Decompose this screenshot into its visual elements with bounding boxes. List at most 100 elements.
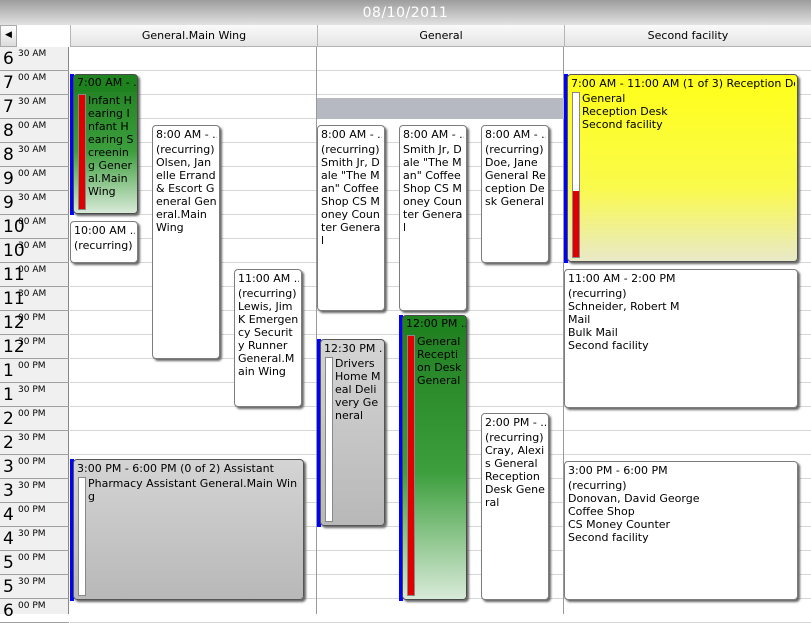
time-minutes: 30 AM <box>18 97 47 107</box>
appointment-details: Smith Jr, Dale "The Man" Coffee Shop CS … <box>403 143 463 234</box>
time-hour: 5 <box>3 553 14 573</box>
unavailable-block <box>317 98 564 119</box>
appointment-time: 11:00 AM ... <box>238 272 299 285</box>
time-minutes: 00 PM <box>18 601 46 611</box>
time-slot-label: 8 30 AM <box>0 143 69 167</box>
time-slot-label: 9 00 AM <box>0 167 69 191</box>
appointment-reception-desk-noon[interactable]: 12:00 PM ... General Reception Desk Gene… <box>402 315 467 600</box>
time-slot-label: 3 30 PM <box>0 479 69 503</box>
time-slot-label: 11 30 AM <box>0 287 69 311</box>
fill-bar <box>325 357 333 522</box>
time-minutes: 00 PM <box>18 313 46 323</box>
time-hour: 9 <box>3 169 14 189</box>
appointment-olsen-janelle[interactable]: 8:00 AM - ... (recurring) Olsen, Janelle… <box>152 125 220 359</box>
time-hour: 8 <box>3 145 14 165</box>
fill-bar <box>572 92 580 258</box>
time-minutes: 00 AM <box>18 121 47 131</box>
fill-bar <box>78 477 86 596</box>
appointment-reception-desk-second[interactable]: 7:00 AM - 11:00 AM (1 of 3) Reception De… <box>567 74 798 262</box>
appointment-details: (recurring) Donovan, David George Coffee… <box>568 479 700 544</box>
time-slot-label: 5 30 PM <box>0 575 69 599</box>
time-minutes: 00 AM <box>18 73 47 83</box>
time-slot-label: 2 30 PM <box>0 431 69 455</box>
appointment-smith-recurring[interactable]: 8:00 AM - ... (recurring) Smith Jr, Dale… <box>317 125 385 311</box>
appointment-time: 10:00 AM ... <box>74 224 135 237</box>
appointment-donovan-david[interactable]: 3:00 PM - 6:00 PM (recurring) Donovan, D… <box>564 461 798 600</box>
appointment-time: 3:00 PM - 6:00 PM (0 of 2) Assistant <box>77 462 274 475</box>
time-slot-label: 3 00 PM <box>0 455 69 479</box>
time-hour: 2 <box>3 433 14 453</box>
time-slot-label: 2 00 PM <box>0 407 69 431</box>
time-hour: 4 <box>3 505 14 525</box>
appointment-details: (recurring) Schneider, Robert M Mail Bul… <box>568 287 680 352</box>
column-header-main-wing[interactable]: General.Main Wing <box>70 25 317 47</box>
appointment-home-meal-delivery[interactable]: 12:30 PM ... Drivers Home Meal Delivery … <box>320 339 385 526</box>
time-minutes: 30 PM <box>18 577 46 587</box>
time-hour: 6 <box>3 49 14 69</box>
appointment-details: Pharmacy Assistant General.Main Wing <box>88 477 298 503</box>
time-minutes: 00 PM <box>18 505 46 515</box>
appointment-details: (recurring) Doe, Jane General Reception … <box>485 143 546 208</box>
date-header: 08/10/2011 <box>0 0 811 25</box>
time-minutes: 00 PM <box>18 409 46 419</box>
prev-day-button[interactable]: ◀ <box>0 25 17 47</box>
column-header-second-facility[interactable]: Second facility <box>564 25 811 47</box>
time-minutes: 00 PM <box>18 553 46 563</box>
appointment-time: 2:00 PM - ... <box>485 416 546 429</box>
time-minutes: 30 AM <box>18 241 47 251</box>
time-hour: 8 <box>3 121 14 141</box>
appointment-details: General Reception Desk General <box>417 335 462 387</box>
appointment-time: 8:00 AM - ... <box>485 128 546 141</box>
time-slot-label: 5 00 PM <box>0 551 69 575</box>
time-hour: 3 <box>3 481 14 501</box>
time-hour: 3 <box>3 457 14 477</box>
appointment-details: Drivers Home Meal Delivery General <box>335 357 381 422</box>
time-minutes: 30 AM <box>18 49 47 59</box>
time-slot-label: 6 30 AM <box>0 47 69 71</box>
appointment-lewis-jim[interactable]: 11:00 AM ... (recurring) Lewis, Jim K Em… <box>234 269 302 407</box>
time-hour: 7 <box>3 97 14 117</box>
time-ruler: 6 30 AM 7 00 AM 7 30 AM 8 00 AM 8 30 AM 9 00 AM 9 30 … <box>0 47 69 623</box>
appointment-smith[interactable]: 8:00 AM - ... Smith Jr, Dale "The Man" C… <box>399 125 467 311</box>
appointment-time: 8:00 AM - ... <box>156 128 217 141</box>
time-minutes: 30 AM <box>18 145 47 155</box>
column-header-general[interactable]: General <box>317 25 564 47</box>
time-slot-label: 9 30 AM <box>0 191 69 215</box>
appointment-time: 3:00 PM - 6:00 PM <box>568 464 668 477</box>
appointment-time: 12:30 PM ... <box>324 342 382 355</box>
time-minutes: 30 PM <box>18 385 46 395</box>
time-slot-label: 1 30 PM <box>0 383 69 407</box>
appointment-schneider-robert[interactable]: 11:00 AM - 2:00 PM (recurring) Schneider… <box>564 269 798 408</box>
appointment-time: 12:00 PM ... <box>403 316 466 333</box>
time-hour: 9 <box>3 193 14 213</box>
time-minutes: 30 PM <box>18 481 46 491</box>
appointment-details: (recurring) Smith Jr, Dale "The Man" Cof… <box>321 143 381 247</box>
time-minutes: 00 PM <box>18 361 46 371</box>
appointment-details: Infant Hearing Infant Hearing Screening … <box>88 94 134 198</box>
time-hour: 7 <box>3 73 14 93</box>
time-slot-label: 12 30 PM <box>0 335 69 359</box>
appointment-details: (recurring) Olsen, Janelle Errand & Esco… <box>156 143 217 234</box>
appointment-details: General Reception Desk Second facility <box>582 92 668 131</box>
time-slot-label: 4 00 PM <box>0 503 69 527</box>
appointment-doe-jane[interactable]: 8:00 AM - ... (recurring) Doe, Jane Gene… <box>481 125 549 263</box>
appointment-time: 11:00 AM - 2:00 PM <box>568 272 676 285</box>
appointment-cray-alexis[interactable]: 2:00 PM - ... (recurring) Cray, Alexis G… <box>481 413 549 600</box>
time-minutes: 30 PM <box>18 529 46 539</box>
appointment-infant-hearing[interactable]: 7:00 AM - ... Infant Hearing Infant Hear… <box>73 74 138 214</box>
appointment-time: 8:00 AM - ... <box>321 128 382 141</box>
grid-line <box>70 70 811 71</box>
appointment-recurring-10am[interactable]: 10:00 AM ... (recurring) <box>70 221 138 263</box>
time-hour: 6 <box>3 601 14 621</box>
time-slot-label: 8 00 AM <box>0 119 69 143</box>
appointment-time: 7:00 AM - ... <box>74 75 137 92</box>
appointment-pharmacy-assistant[interactable]: 3:00 PM - 6:00 PM (0 of 2) Assistant Pha… <box>73 459 304 600</box>
time-minutes: 30 AM <box>18 289 47 299</box>
time-hour: 1 <box>3 385 14 405</box>
time-hour: 1 <box>3 361 14 381</box>
fill-bar <box>407 335 415 596</box>
time-slot-label: 7 00 AM <box>0 71 69 95</box>
time-slot-label: 11 00 AM <box>0 263 69 287</box>
time-slot-label: 6 00 PM <box>0 599 69 623</box>
appointment-details: (recurring) <box>74 239 133 252</box>
